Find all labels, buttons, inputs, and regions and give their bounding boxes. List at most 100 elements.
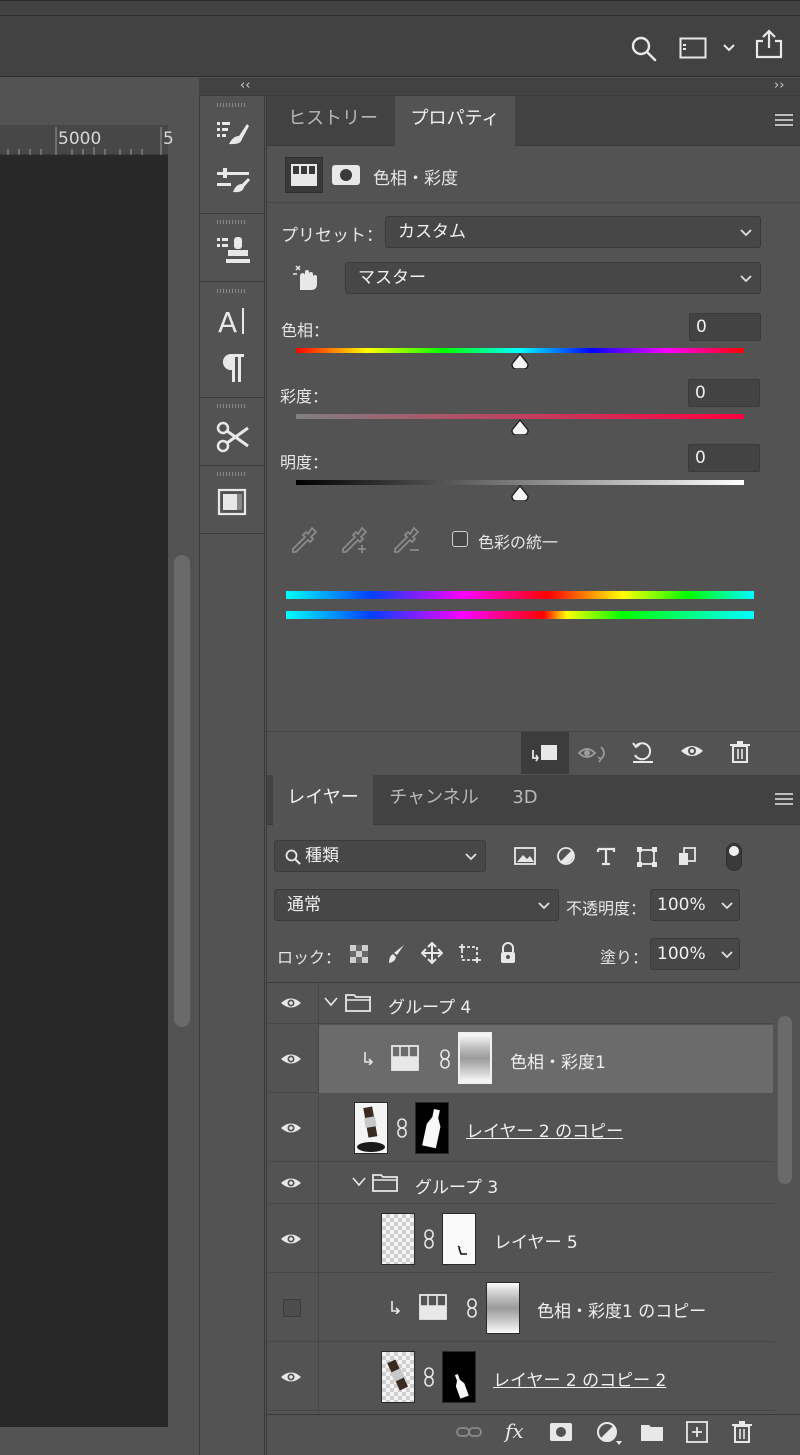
filter-pixel-icon[interactable]	[514, 847, 536, 865]
layer-mask-thumbnail[interactable]	[442, 1351, 476, 1403]
layer-row-layer-5[interactable]: レイヤー 5	[268, 1205, 774, 1273]
layer-thumbnail[interactable]	[354, 1102, 388, 1154]
eye-icon[interactable]	[280, 1370, 302, 1384]
layer-row-group-4[interactable]: グループ 4	[268, 983, 774, 1024]
lightness-label: 明度：	[280, 453, 329, 472]
eyedropper-add-icon[interactable]	[340, 525, 370, 555]
clone-source-icon[interactable]	[215, 234, 251, 266]
colorize-checkbox[interactable]	[452, 531, 468, 547]
layers-scrollbar[interactable]	[778, 1016, 792, 1184]
channel-dropdown[interactable]: マスター	[345, 262, 761, 294]
layer-thumbnail[interactable]	[381, 1351, 415, 1403]
new-group-icon[interactable]	[640, 1422, 664, 1442]
filter-type-icon[interactable]	[596, 846, 616, 866]
character-icon[interactable]: A	[218, 304, 248, 336]
new-layer-icon[interactable]	[686, 1421, 708, 1443]
layer-row-layer-2-copy[interactable]: レイヤー 2 のコピー	[268, 1094, 774, 1162]
layer-row-group-3[interactable]: グループ 3	[268, 1163, 774, 1204]
layer-mask-thumbnail[interactable]	[486, 1282, 520, 1334]
panel-menu-icon[interactable]	[775, 114, 793, 126]
chevron-down-icon[interactable]	[352, 1177, 366, 1187]
hue-slider-thumb[interactable]	[510, 353, 530, 369]
blend-mode-dropdown[interactable]: 通常	[274, 889, 559, 921]
mask-icon[interactable]	[331, 164, 361, 186]
filter-adjustment-icon[interactable]	[556, 846, 576, 866]
link-layers-icon[interactable]	[456, 1424, 482, 1440]
collapse-left-icon[interactable]: ‹‹	[240, 78, 250, 93]
preset-dropdown[interactable]: カスタム	[385, 216, 761, 248]
fill-input[interactable]: 100%	[650, 938, 740, 970]
saturation-slider-thumb[interactable]	[510, 419, 530, 435]
visibility-toggle-off[interactable]	[283, 1299, 301, 1317]
opacity-input[interactable]: 100%	[650, 889, 740, 921]
eyedropper-subtract-icon[interactable]	[392, 525, 422, 555]
tab-3d[interactable]: 3D	[495, 775, 555, 825]
reset-icon[interactable]	[630, 740, 656, 764]
libraries-icon[interactable]	[217, 488, 249, 518]
eye-icon[interactable]	[280, 996, 302, 1010]
dock-header	[199, 78, 800, 96]
lightness-slider-thumb[interactable]	[510, 485, 530, 501]
link-icon[interactable]	[439, 1049, 451, 1069]
eye-icon[interactable]	[280, 1232, 302, 1246]
saturation-input[interactable]: 0	[688, 379, 760, 407]
eye-icon[interactable]	[280, 1052, 302, 1066]
delete-layer-icon[interactable]	[731, 1420, 753, 1444]
lightness-input[interactable]: 0	[688, 444, 760, 472]
filter-toggle[interactable]	[726, 843, 742, 871]
trash-icon[interactable]	[729, 740, 751, 764]
lock-artboard-icon[interactable]	[458, 942, 482, 964]
workspace-icon[interactable]	[679, 37, 707, 59]
fx-button[interactable]: fx	[505, 1419, 524, 1443]
lock-all-icon[interactable]	[499, 942, 517, 964]
filter-shape-icon[interactable]	[636, 846, 658, 868]
hue-input[interactable]: 0	[689, 313, 761, 341]
tool-presets-icon[interactable]	[216, 420, 250, 454]
tab-properties[interactable]: プロパティ	[395, 96, 515, 147]
layer-filter-dropdown[interactable]: 種類	[274, 840, 486, 872]
layer-row-hue-saturation-1[interactable]: 色相・彩度1	[268, 1025, 774, 1093]
layer-mask-thumbnail[interactable]	[458, 1032, 492, 1084]
document-canvas[interactable]	[0, 155, 168, 1427]
search-icon[interactable]	[630, 35, 658, 63]
eye-icon[interactable]	[280, 1176, 302, 1190]
layers-tabbar: レイヤー チャンネル 3D	[267, 775, 800, 826]
layer-row-layer-2-copy-2[interactable]: レイヤー 2 のコピー 2	[268, 1343, 774, 1411]
collapse-right-icon[interactable]: ››	[774, 78, 784, 93]
layer-row-hue-saturation-1-copy[interactable]: 色相・彩度1 のコピー	[268, 1274, 774, 1342]
layer-mask-thumbnail[interactable]	[415, 1102, 449, 1154]
tab-history[interactable]: ヒストリー	[273, 96, 393, 146]
eye-icon[interactable]	[280, 1121, 302, 1135]
brush-presets-icon[interactable]	[215, 166, 251, 196]
lock-transparent-icon[interactable]	[350, 945, 368, 963]
panel-menu-icon[interactable]	[775, 793, 793, 805]
vertical-scrollbar[interactable]	[174, 555, 190, 1027]
adjustment-mode-button[interactable]	[285, 157, 323, 193]
paragraph-icon[interactable]	[220, 352, 246, 384]
share-icon[interactable]	[755, 29, 783, 59]
clip-to-layer-button[interactable]	[521, 732, 569, 774]
layer-thumbnail[interactable]	[381, 1213, 415, 1265]
link-icon[interactable]	[423, 1229, 435, 1249]
opacity-value: 100%	[657, 895, 706, 915]
eyedropper-icon[interactable]	[290, 525, 318, 555]
link-icon[interactable]	[423, 1367, 435, 1387]
link-icon[interactable]	[396, 1118, 408, 1138]
tab-channels[interactable]: チャンネル	[375, 775, 493, 825]
chevron-down-icon[interactable]	[722, 43, 736, 53]
search-icon	[285, 849, 301, 865]
view-previous-state-icon[interactable]	[577, 743, 611, 763]
targeted-adjustment-icon[interactable]	[291, 262, 321, 292]
chevron-down-icon[interactable]	[324, 997, 338, 1007]
add-mask-icon[interactable]	[549, 1422, 573, 1442]
brush-settings-icon[interactable]	[215, 118, 251, 148]
filter-smart-object-icon[interactable]	[676, 845, 698, 867]
visibility-icon[interactable]	[680, 742, 704, 760]
chevron-down-icon	[721, 951, 733, 959]
tab-layers[interactable]: レイヤー	[273, 775, 373, 826]
new-adjustment-layer-icon[interactable]	[596, 1421, 622, 1445]
link-icon[interactable]	[466, 1298, 478, 1318]
lock-pixels-icon[interactable]	[386, 943, 406, 965]
layer-mask-thumbnail[interactable]	[442, 1213, 476, 1265]
lock-position-icon[interactable]	[421, 942, 443, 964]
